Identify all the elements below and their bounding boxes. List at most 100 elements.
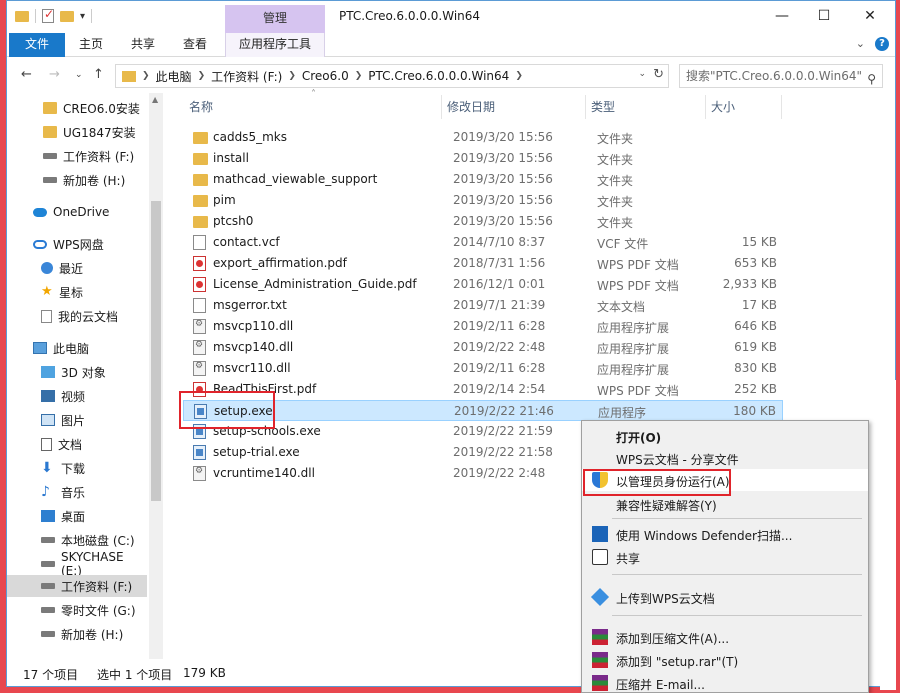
- sidebar-item-downloads[interactable]: ⬇ 下载: [7, 457, 147, 479]
- new-folder-icon[interactable]: [60, 10, 74, 22]
- chevron-right-icon[interactable]: ❯: [288, 71, 296, 81]
- sidebar-item-drive-h-2[interactable]: 新加卷 (H:): [7, 623, 147, 645]
- up-arrow-icon[interactable]: ↑: [93, 67, 104, 82]
- back-arrow-icon[interactable]: ←: [21, 67, 32, 82]
- winrar-icon: [592, 652, 608, 668]
- menu-item-label: 共享: [616, 552, 641, 566]
- file-date: 2019/3/20 15:56: [453, 214, 553, 228]
- chevron-down-icon[interactable]: ⌄: [856, 37, 865, 50]
- close-button[interactable]: ✕: [847, 1, 893, 31]
- sidebar-item-starred[interactable]: ★ 星标: [7, 281, 147, 303]
- sidebar-item-onedrive[interactable]: OneDrive: [7, 201, 147, 223]
- column-name[interactable]: 名称: [189, 93, 213, 121]
- address-row: ← → ⌄ ↑ ❯ 此电脑 ❯ 工作资料 (F:) ❯ Creo6.0 ❯ PT…: [7, 59, 895, 93]
- folder-icon[interactable]: [15, 10, 29, 22]
- file-date: 2019/3/20 15:56: [453, 172, 553, 186]
- sidebar-item-drive-f-selected[interactable]: 工作资料 (F:): [7, 575, 147, 597]
- sidebar-item-wps-drive[interactable]: WPS网盘: [7, 233, 147, 255]
- sidebar-item-label: 本地磁盘 (C:): [61, 533, 135, 548]
- menu-item-upload-wps[interactable]: 上传到WPS云文档: [582, 586, 868, 608]
- table-row[interactable]: msvcp110.dll 2019/2/11 6:28 应用程序扩展 646 KB: [183, 316, 783, 337]
- chevron-down-icon[interactable]: ▾: [80, 11, 85, 22]
- sidebar-item-documents[interactable]: 文档: [7, 433, 147, 455]
- sidebar-item-cloud-docs[interactable]: 我的云文档: [7, 305, 147, 327]
- table-row[interactable]: msvcr110.dll 2019/2/11 6:28 应用程序扩展 830 KB: [183, 358, 783, 379]
- sidebar-scrollbar[interactable]: ▲: [149, 93, 163, 659]
- column-date[interactable]: 修改日期: [447, 93, 495, 121]
- chevron-right-icon[interactable]: ❯: [142, 71, 150, 81]
- scrollbar-thumb[interactable]: [151, 201, 161, 501]
- chevron-right-icon[interactable]: ❯: [515, 71, 523, 81]
- menu-item-defender-scan[interactable]: 使用 Windows Defender扫描...: [582, 523, 868, 545]
- search-icon[interactable]: ⚲: [867, 68, 876, 90]
- sidebar-item-videos[interactable]: 视频: [7, 385, 147, 407]
- tab-file[interactable]: 文件: [9, 33, 65, 57]
- chevron-down-icon[interactable]: ⌄: [75, 70, 83, 80]
- table-row[interactable]: contact.vcf 2014/7/10 8:37 VCF 文件 15 KB: [183, 232, 783, 253]
- drive-icon: [41, 537, 55, 543]
- maximize-button[interactable]: ☐: [801, 1, 847, 31]
- sidebar-item-music[interactable]: ♪ 音乐: [7, 481, 147, 503]
- breadcrumb[interactable]: Creo6.0: [302, 69, 349, 83]
- chevron-down-icon[interactable]: ⌄: [638, 69, 646, 79]
- tab-app-tools[interactable]: 应用程序工具: [225, 33, 325, 57]
- sidebar-item-desktop[interactable]: 桌面: [7, 505, 147, 527]
- file-date: 2014/7/10 8:37: [453, 235, 546, 249]
- table-row[interactable]: ptcsh0 2019/3/20 15:56 文件夹: [183, 211, 783, 232]
- column-divider[interactable]: [585, 95, 586, 119]
- sidebar-item-recent[interactable]: 最近: [7, 257, 147, 279]
- sidebar-item-ug-install[interactable]: UG1847安装: [7, 121, 147, 143]
- tab-share[interactable]: 共享: [121, 33, 165, 57]
- search-input[interactable]: 搜索"PTC.Creo.6.0.0.0.Win64" ⚲: [679, 64, 883, 88]
- forward-arrow-icon[interactable]: →: [49, 67, 60, 82]
- sidebar-item-creo-install[interactable]: CREO6.0安装: [7, 97, 147, 119]
- file-size: 252 KB: [734, 382, 777, 396]
- sidebar-item-drive-e[interactable]: SKYCHASE (E:): [7, 550, 147, 578]
- sidebar-item-drive-h[interactable]: 新加卷 (H:): [7, 169, 147, 191]
- sidebar-item-label: 新加卷 (H:): [63, 173, 126, 188]
- breadcrumb[interactable]: 此电脑: [156, 68, 192, 85]
- breadcrumb[interactable]: 工作资料 (F:): [211, 68, 282, 85]
- properties-icon[interactable]: [42, 7, 54, 23]
- sidebar-item-drive-g[interactable]: 零时文件 (G:): [7, 599, 147, 621]
- column-type[interactable]: 类型: [591, 93, 615, 121]
- folder-icon: [193, 195, 208, 207]
- help-icon[interactable]: ?: [875, 37, 889, 51]
- table-row[interactable]: export_affirmation.pdf 2018/7/31 1:56 WPS …: [183, 253, 783, 274]
- table-row[interactable]: msvcp140.dll 2019/2/22 2:48 应用程序扩展 619 KB: [183, 337, 783, 358]
- table-row[interactable]: License_Administration_Guide.pdf 2016/12/…: [183, 274, 783, 295]
- manage-tab[interactable]: 管理: [225, 5, 325, 33]
- sidebar-item-drive-c[interactable]: 本地磁盘 (C:): [7, 529, 147, 551]
- menu-item-wps-share[interactable]: WPS云文档 - 分享文件: [582, 447, 868, 469]
- column-size[interactable]: 大小: [711, 93, 735, 121]
- sidebar-item-drive-f[interactable]: 工作资料 (F:): [7, 145, 147, 167]
- column-divider[interactable]: [781, 95, 782, 119]
- menu-item-add-setup-rar[interactable]: 添加到 "setup.rar"(T): [582, 649, 868, 671]
- chevron-right-icon[interactable]: ❯: [355, 71, 363, 81]
- menu-item-compat-troubleshoot[interactable]: 兼容性疑难解答(Y): [582, 493, 868, 515]
- menu-item-open[interactable]: 打开(O): [582, 425, 868, 447]
- file-date: 2019/7/1 21:39: [453, 298, 546, 312]
- menu-item-add-archive[interactable]: 添加到压缩文件(A)...: [582, 626, 868, 648]
- breadcrumb[interactable]: PTC.Creo.6.0.0.0.Win64: [368, 69, 509, 83]
- chevron-right-icon[interactable]: ❯: [198, 71, 206, 81]
- column-divider[interactable]: [705, 95, 706, 119]
- sidebar-item-3d-objects[interactable]: 3D 对象: [7, 361, 147, 383]
- sidebar-item-this-pc[interactable]: 此电脑: [7, 337, 147, 359]
- sidebar-item-label: 音乐: [61, 485, 86, 500]
- minimize-button[interactable]: —: [759, 1, 805, 31]
- column-divider[interactable]: [441, 95, 442, 119]
- refresh-icon[interactable]: ↻: [653, 67, 664, 82]
- table-row[interactable]: cadds5_mks 2019/3/20 15:56 文件夹: [183, 127, 783, 148]
- table-row[interactable]: mathcad_viewable_support 2019/3/20 15:56 文…: [183, 169, 783, 190]
- tab-home[interactable]: 主页: [69, 33, 113, 57]
- menu-item-share[interactable]: 共享: [582, 546, 868, 568]
- table-row[interactable]: msgerror.txt 2019/7/1 21:39 文本文档 17 KB: [183, 295, 783, 316]
- menu-item-compress-email[interactable]: 压缩并 E-mail...: [582, 672, 868, 693]
- tab-view[interactable]: 查看: [173, 33, 217, 57]
- sidebar-item-pictures[interactable]: 图片: [7, 409, 147, 431]
- table-row[interactable]: pim 2019/3/20 15:56 文件夹: [183, 190, 783, 211]
- table-row[interactable]: install 2019/3/20 15:56 文件夹: [183, 148, 783, 169]
- address-bar[interactable]: ❯ 此电脑 ❯ 工作资料 (F:) ❯ Creo6.0 ❯ PTC.Creo.6…: [115, 64, 669, 88]
- scroll-up-icon[interactable]: ▲: [152, 95, 158, 104]
